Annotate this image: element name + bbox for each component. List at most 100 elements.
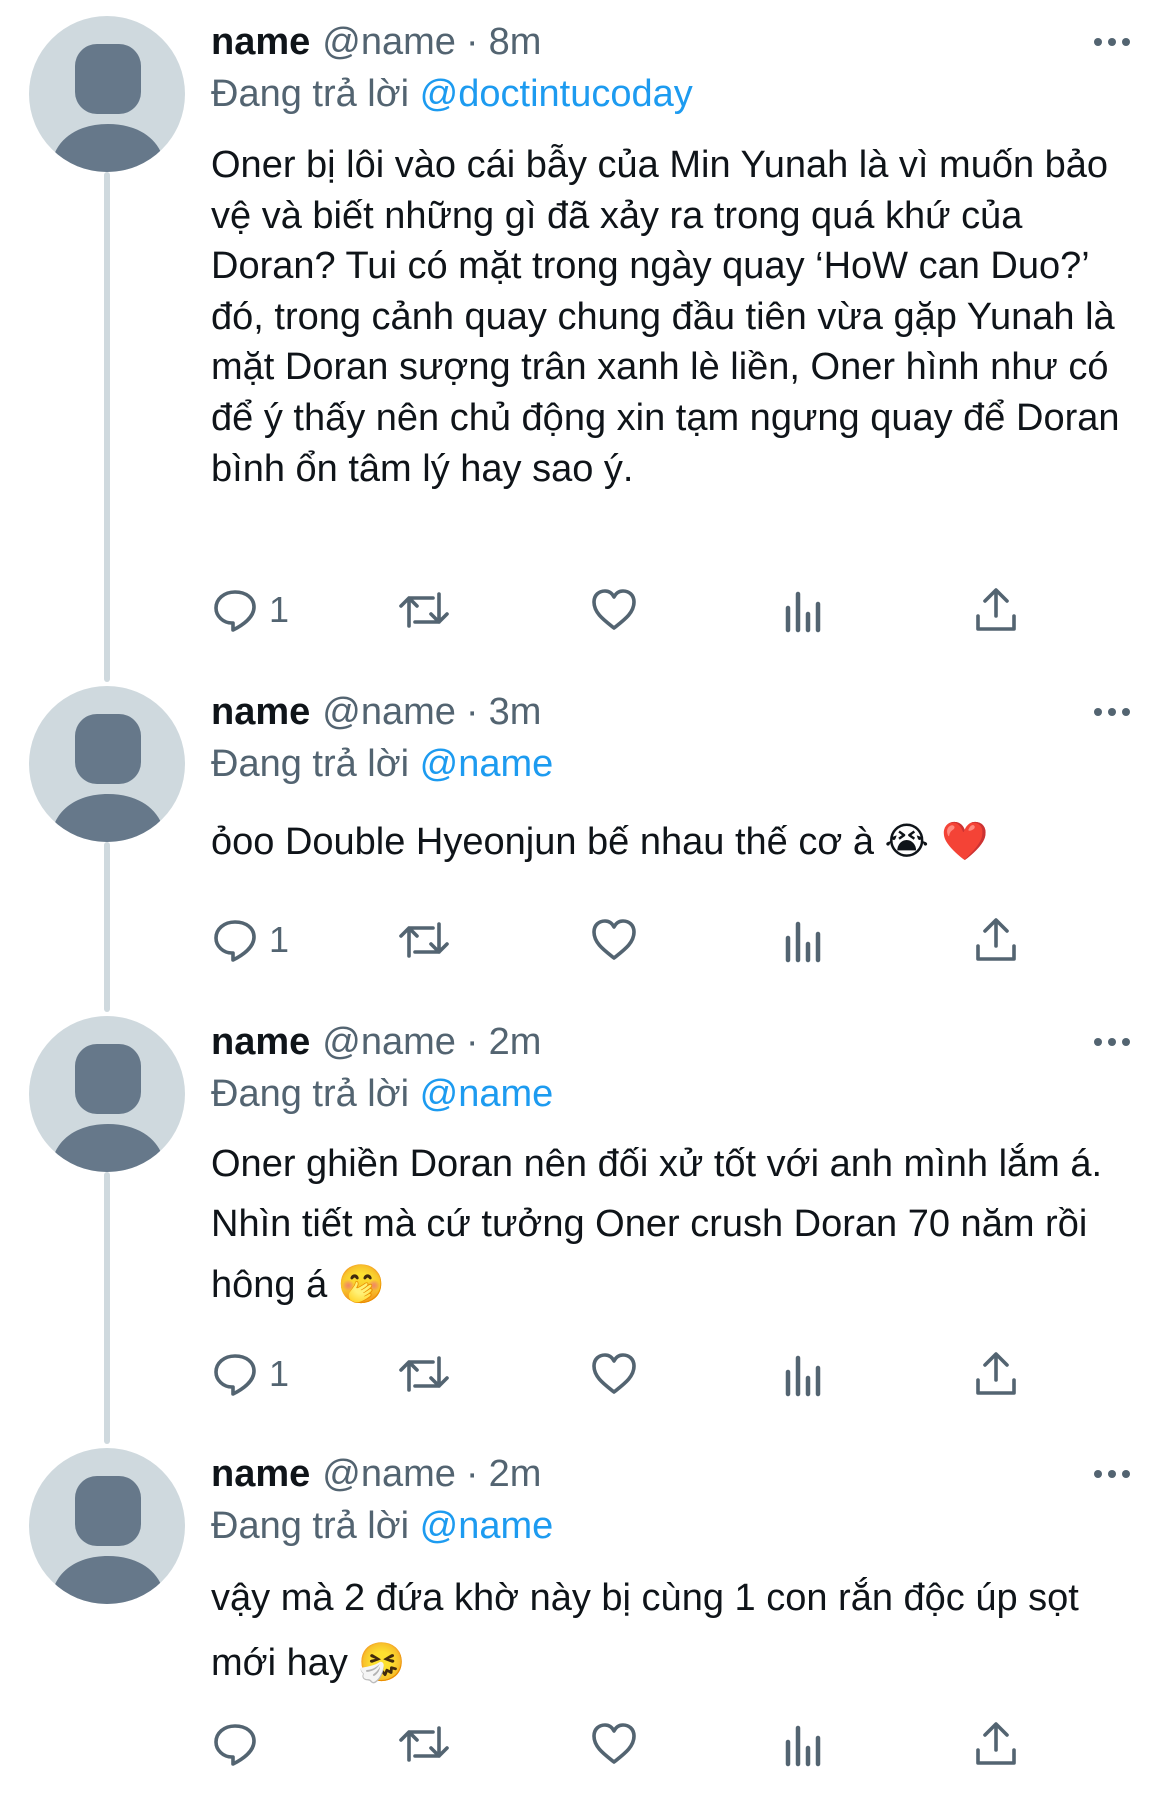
emoji: 🤭: [337, 1262, 386, 1306]
avatar[interactable]: [29, 1016, 185, 1172]
display-name[interactable]: name: [211, 1453, 310, 1496]
separator: ·: [465, 1020, 479, 1063]
analytics-icon: [785, 921, 821, 963]
heart-icon: [592, 589, 636, 630]
separator: ·: [465, 20, 479, 63]
share-icon: [976, 1722, 1016, 1765]
tweet-header: name @name · 8m: [211, 16, 1130, 68]
replying-to: Đang trả lời @name: [211, 1068, 1130, 1120]
tweet-text: vậy mà 2 đứa khờ này bị cùng 1 con rắn đ…: [211, 1566, 1130, 1695]
retweet-button[interactable]: [397, 910, 451, 970]
avatar[interactable]: [29, 16, 185, 172]
tweet-text-content: vậy mà 2 đứa khờ này bị cùng 1 con rắn đ…: [211, 1577, 1090, 1684]
default-profile-icon: [51, 1476, 165, 1604]
reply-count: 1: [269, 589, 290, 630]
reply-icon: [214, 590, 256, 632]
display-name[interactable]: name: [211, 21, 310, 64]
replying-to-label: Đang trả lời: [211, 73, 410, 115]
mention-link[interactable]: @name: [420, 743, 554, 785]
analytics-button[interactable]: [782, 1344, 826, 1404]
mention-link[interactable]: @name: [420, 1073, 554, 1115]
more-icon[interactable]: [1070, 16, 1130, 68]
user-handle[interactable]: @name: [322, 1453, 456, 1496]
more-icon[interactable]: [1070, 1448, 1130, 1500]
mention-link[interactable]: @name: [420, 1505, 554, 1547]
replying-to: Đang trả lời @name: [211, 738, 1130, 790]
reply-button[interactable]: 1: [211, 580, 289, 640]
reply-button[interactable]: 1: [211, 1344, 289, 1404]
like-button[interactable]: [590, 910, 638, 970]
reply-icon: [214, 1354, 256, 1396]
tweet-header: name @name · 2m: [211, 1016, 1130, 1068]
user-handle[interactable]: @name: [322, 1021, 456, 1064]
replying-to-label: Đang trả lời: [211, 1073, 410, 1115]
retweet-button[interactable]: [397, 580, 451, 640]
tweet-text-content: ỏoo Double Hyeonjun bế nhau thế cơ à: [211, 821, 885, 863]
tweet-header: name @name · 2m: [211, 1448, 1130, 1500]
avatar[interactable]: [29, 686, 185, 842]
tweet-text-content: Oner bị lôi vào cái bẫy của Min Yunah là…: [211, 144, 1131, 490]
retweet-icon: [399, 922, 449, 958]
reply-icon: [214, 920, 256, 962]
tweet[interactable]: name @name · 3m Đang trả lời @name ỏoo D…: [0, 670, 1170, 1012]
timestamp[interactable]: 2m: [489, 1021, 542, 1064]
more-icon[interactable]: [1070, 686, 1130, 738]
retweet-icon: [399, 1356, 449, 1392]
tweet-text: Oner ghiền Doran nên đối xử tốt với anh …: [211, 1134, 1130, 1315]
reply-button[interactable]: 1: [211, 910, 289, 970]
analytics-icon: [785, 1355, 821, 1397]
retweet-button[interactable]: [397, 1714, 451, 1774]
heart-icon: [592, 1723, 636, 1764]
separator: ·: [465, 1452, 479, 1495]
user-handle[interactable]: @name: [322, 691, 456, 734]
timestamp[interactable]: 3m: [489, 691, 542, 734]
retweet-icon: [399, 1726, 449, 1762]
default-profile-icon: [51, 714, 165, 842]
share-button[interactable]: [972, 580, 1020, 640]
replying-to: Đang trả lời @name: [211, 1500, 1130, 1552]
display-name[interactable]: name: [211, 691, 310, 734]
replying-to: Đang trả lời @doctintucoday: [211, 68, 1130, 120]
emoji: 😭 ❤️: [884, 819, 989, 863]
share-icon: [976, 918, 1016, 961]
display-name[interactable]: name: [211, 1021, 310, 1064]
mention-link[interactable]: @doctintucoday: [420, 73, 693, 115]
heart-icon: [592, 1353, 636, 1394]
analytics-button[interactable]: [782, 910, 826, 970]
replying-to-label: Đang trả lời: [211, 743, 410, 785]
like-button[interactable]: [590, 1714, 638, 1774]
reply-thread: name @name · 8m Đang trả lời @doctintuco…: [0, 0, 1170, 1808]
analytics-button[interactable]: [782, 1714, 826, 1774]
tweet[interactable]: name @name · 2m Đang trả lời @name Oner …: [0, 1000, 1170, 1444]
action-bar: [0, 1714, 1170, 1774]
timestamp[interactable]: 2m: [489, 1453, 542, 1496]
share-button[interactable]: [972, 1344, 1020, 1404]
action-bar: 1: [0, 580, 1170, 640]
tweet-text: ỏoo Double Hyeonjun bế nhau thế cơ à 😭 ❤…: [211, 816, 1130, 868]
replying-to-label: Đang trả lời: [211, 1505, 410, 1547]
timestamp[interactable]: 8m: [489, 21, 542, 64]
analytics-button[interactable]: [782, 580, 826, 640]
reply-count: 1: [269, 919, 290, 960]
default-profile-icon: [51, 1044, 165, 1172]
tweet-text: Oner bị lôi vào cái bẫy của Min Yunah là…: [211, 140, 1130, 495]
reply-count: 1: [269, 1353, 290, 1394]
reply-button[interactable]: [211, 1714, 269, 1774]
reply-icon: [214, 1724, 256, 1766]
default-profile-icon: [51, 44, 165, 172]
retweet-button[interactable]: [397, 1344, 451, 1404]
more-icon[interactable]: [1070, 1016, 1130, 1068]
avatar[interactable]: [29, 1448, 185, 1604]
action-bar: 1: [0, 910, 1170, 970]
share-icon: [976, 588, 1016, 631]
heart-icon: [592, 919, 636, 960]
user-handle[interactable]: @name: [322, 21, 456, 64]
action-bar: 1: [0, 1344, 1170, 1404]
tweet[interactable]: name @name · 8m Đang trả lời @doctintuco…: [0, 0, 1170, 682]
tweet[interactable]: name @name · 2m Đang trả lời @name vậy m…: [0, 1432, 1170, 1808]
like-button[interactable]: [590, 1344, 638, 1404]
share-button[interactable]: [972, 910, 1020, 970]
share-button[interactable]: [972, 1714, 1020, 1774]
like-button[interactable]: [590, 580, 638, 640]
analytics-icon: [785, 1725, 821, 1767]
